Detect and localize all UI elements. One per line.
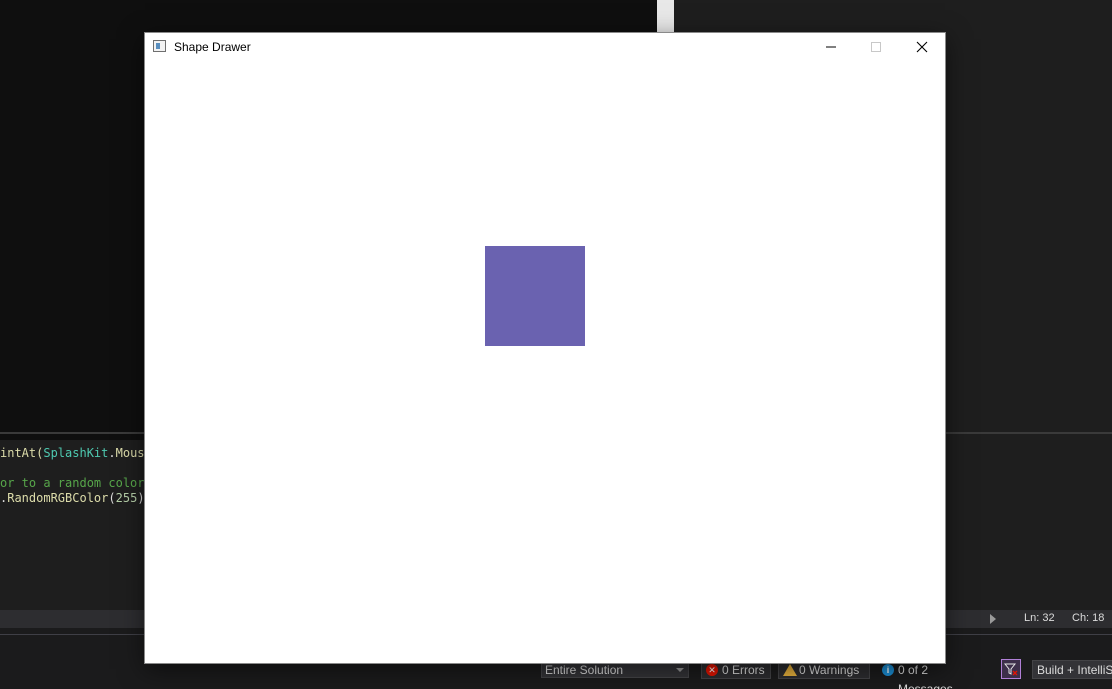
code-token: intAt(: [0, 446, 44, 460]
shape-drawer-window: Shape Drawer: [145, 33, 945, 663]
build-dropdown-value: Build + IntelliSense: [1037, 663, 1112, 677]
warnings-count: 0 Warnings: [799, 663, 860, 677]
code-token: (: [108, 491, 116, 505]
code-token: .: [108, 446, 116, 460]
code-token: 255: [115, 491, 138, 505]
code-token: RandomRGBColor: [7, 491, 109, 505]
code-line: .RandomRGBColor(255);: [0, 491, 159, 506]
scope-dropdown-value: Entire Solution: [545, 663, 624, 677]
scope-dropdown[interactable]: Entire Solution: [541, 661, 689, 678]
info-icon: i: [882, 664, 894, 676]
filter-icon: [1004, 663, 1018, 676]
error-icon: ✕: [706, 664, 718, 676]
code-line: intAt(SplashKit.MouseX: [0, 446, 159, 461]
minimize-icon: [826, 46, 836, 48]
code-token: SplashKit: [43, 446, 109, 460]
chevron-down-icon: [676, 668, 684, 672]
code-lines: intAt(SplashKit.MouseX or to a random col…: [0, 446, 159, 506]
code-line: or to a random color: [0, 476, 159, 491]
char-number: Ch: 18: [1072, 612, 1105, 624]
app-window-icon: [153, 40, 166, 52]
rectangle-shape[interactable]: [485, 246, 585, 346]
title-bar[interactable]: Shape Drawer: [145, 33, 945, 62]
maximize-icon: [871, 42, 881, 52]
window-title: Shape Drawer: [174, 40, 251, 54]
close-button[interactable]: [899, 33, 945, 62]
desktop: intAt(SplashKit.MouseX or to a random col…: [0, 0, 1112, 689]
errors-count: 0 Errors: [722, 663, 765, 677]
maximize-button[interactable]: [853, 33, 899, 62]
line-number: Ln: 32: [1024, 612, 1055, 624]
drawing-canvas[interactable]: [145, 62, 945, 663]
code-token: or to a random color: [0, 476, 145, 490]
build-intellisense-dropdown[interactable]: Build + IntelliSense: [1032, 660, 1112, 679]
minimize-button[interactable]: [808, 33, 854, 62]
messages-count: 0 of 2 Messages: [898, 663, 953, 689]
scroll-right-icon[interactable]: [990, 614, 996, 624]
warning-icon: [783, 664, 797, 676]
filter-toggle-button[interactable]: [1001, 659, 1021, 679]
close-icon: [916, 41, 928, 53]
